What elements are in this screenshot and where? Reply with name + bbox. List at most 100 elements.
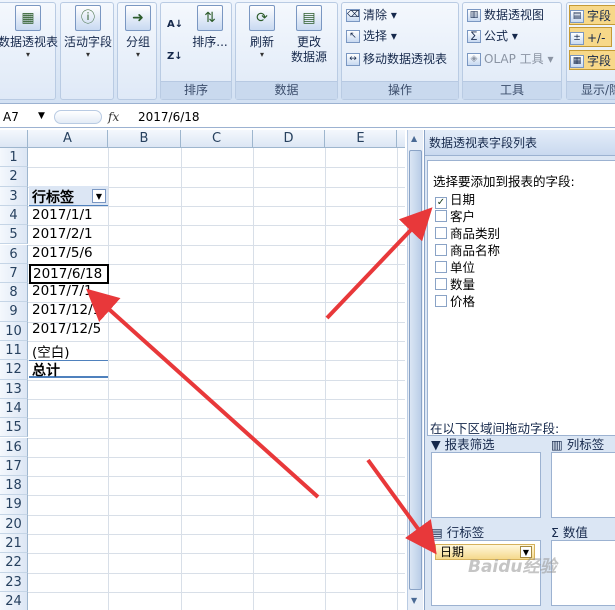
- row-header[interactable]: 5: [0, 225, 28, 245]
- row-header[interactable]: 1: [0, 148, 28, 168]
- pivot-item[interactable]: 2017/12/5: [32, 321, 101, 337]
- field-item-unit[interactable]: 单位: [435, 259, 475, 276]
- scroll-up-icon[interactable]: ▲: [411, 134, 417, 143]
- gridline: [28, 495, 405, 497]
- grand-total-row[interactable]: 总计: [29, 360, 108, 379]
- row-labels-icon: ▤: [431, 525, 443, 540]
- sort-desc-button[interactable]: Z↓: [167, 47, 183, 67]
- group-button[interactable]: ➜ 分组 ▾: [118, 5, 158, 60]
- column-labels-label: ▥ 列标签: [551, 437, 605, 452]
- watermark: Baidu经验: [468, 557, 557, 577]
- change-source-button[interactable]: ▤ 更改 数据源: [284, 5, 334, 65]
- name-box-dropdown-icon[interactable]: ▼: [38, 111, 45, 121]
- column-header[interactable]: E: [325, 130, 397, 148]
- move-pivot-button[interactable]: ↔ 移动数据透视表: [346, 49, 447, 69]
- show-group: ▤字段 ±+/- ▦字段 显示/隐: [566, 2, 615, 100]
- pivot-row-label-header[interactable]: 行标签 ▼: [29, 186, 108, 206]
- formula-button[interactable]: ∑ 公式 ▾: [467, 26, 518, 46]
- olap-tools-button[interactable]: ◈ OLAP 工具 ▾: [467, 49, 554, 69]
- values-zone[interactable]: [551, 540, 615, 606]
- pivot-table-button[interactable]: ▦ 数据透视表 ▾: [0, 5, 59, 60]
- row-header[interactable]: 13: [0, 379, 28, 399]
- row-header[interactable]: 9: [0, 302, 28, 322]
- chevron-down-icon: ▾: [85, 50, 90, 59]
- field-checkbox[interactable]: [435, 278, 447, 290]
- field-list-button[interactable]: ▤ 字段: [569, 5, 615, 25]
- pivot-item[interactable]: 2017/1/1: [32, 207, 93, 223]
- column-header[interactable]: B: [108, 130, 181, 148]
- formula-input[interactable]: 2017/6/18: [138, 108, 200, 126]
- filter-dropdown-icon[interactable]: ▼: [92, 189, 106, 203]
- field-checkbox[interactable]: [435, 227, 447, 239]
- formula-icon: ∑: [467, 30, 481, 43]
- pivot-group: ▦ 数据透视表 ▾: [0, 2, 59, 100]
- gridline: [28, 476, 405, 478]
- row-header[interactable]: 12: [0, 360, 28, 380]
- column-header[interactable]: C: [181, 130, 253, 148]
- sort-asc-button[interactable]: A↓: [167, 15, 183, 35]
- field-item-product-name[interactable]: 商品名称: [435, 242, 500, 259]
- pivot-item[interactable]: 2017/7/1: [32, 283, 93, 299]
- row-header[interactable]: 18: [0, 476, 28, 496]
- row-header[interactable]: 22: [0, 553, 28, 573]
- row-header[interactable]: 6: [0, 244, 28, 264]
- fx-icon[interactable]: fx: [108, 108, 128, 126]
- refresh-button[interactable]: ⟳ 刷新 ▾: [240, 5, 284, 60]
- active-field-icon: ⓘ: [75, 5, 101, 31]
- pivot-item[interactable]: (空白): [32, 341, 70, 361]
- column-header[interactable]: A: [28, 130, 108, 148]
- report-filter-label: ▼ 报表筛选: [431, 437, 495, 452]
- field-header-button[interactable]: ▦ 字段: [569, 50, 615, 70]
- sort-button[interactable]: ⇅ 排序...: [189, 5, 231, 50]
- formula-splitter[interactable]: [54, 110, 102, 124]
- field-item-customer[interactable]: 客户: [435, 208, 475, 225]
- pivot-item[interactable]: 2017/12/1: [32, 302, 101, 318]
- report-filter-zone[interactable]: [431, 452, 541, 518]
- row-header[interactable]: 17: [0, 456, 28, 477]
- selected-cell[interactable]: 2017/6/18: [29, 264, 109, 284]
- select-all-corner[interactable]: [0, 130, 28, 148]
- pivot-chart-button[interactable]: ▥ 数据透视图: [467, 5, 544, 25]
- field-checkbox[interactable]: [435, 261, 447, 273]
- row-header[interactable]: 8: [0, 283, 28, 303]
- row-header[interactable]: 11: [0, 341, 28, 361]
- plus-minus-button[interactable]: ± +/-: [569, 27, 613, 47]
- pivot-item[interactable]: 2017/5/6: [32, 245, 93, 261]
- column-labels-zone[interactable]: [551, 452, 615, 518]
- field-item-date[interactable]: ✓ 日期: [435, 191, 475, 209]
- worksheet-grid[interactable]: A B C D E 1 2 3 4 5 6 7 8 9 10 11 12 13 14 15 16 17 18 19 2…: [0, 130, 405, 610]
- panel-title: 数据透视表字段列表: [425, 130, 615, 156]
- row-header[interactable]: 4: [0, 205, 28, 226]
- row-header[interactable]: 20: [0, 514, 28, 534]
- row-header[interactable]: 2: [0, 167, 28, 187]
- field-item-category[interactable]: 商品类别: [435, 225, 500, 242]
- row-header[interactable]: 15: [0, 418, 28, 438]
- column-header[interactable]: D: [253, 130, 325, 148]
- row-header[interactable]: 23: [0, 572, 28, 592]
- field-item-price[interactable]: 价格: [435, 293, 475, 310]
- group-icon: ➜: [125, 5, 151, 31]
- scroll-down-icon[interactable]: ▼: [411, 596, 417, 605]
- vertical-scrollbar[interactable]: ▲ ▼: [407, 130, 423, 610]
- select-button[interactable]: ↖ 选择 ▾: [346, 26, 397, 46]
- row-header[interactable]: 24: [0, 591, 28, 610]
- clear-button[interactable]: ⌫ 清除 ▾: [346, 5, 397, 25]
- sort-group: A↓ Z↓ ⇅ 排序... 排序: [160, 2, 232, 100]
- row-header[interactable]: 19: [0, 495, 28, 515]
- row-header[interactable]: 14: [0, 398, 28, 419]
- row-header[interactable]: 21: [0, 534, 28, 554]
- scroll-thumb[interactable]: [409, 150, 422, 590]
- pivot-item[interactable]: 2017/2/1: [32, 226, 93, 242]
- data-group: ⟳ 刷新 ▾ ▤ 更改 数据源 数据: [235, 2, 338, 100]
- row-header[interactable]: 10: [0, 321, 28, 341]
- select-icon: ↖: [346, 30, 360, 43]
- active-field-button[interactable]: ⓘ 活动字段 ▾: [61, 5, 115, 60]
- column-header[interactable]: [397, 130, 405, 148]
- field-item-quantity[interactable]: 数量: [435, 276, 475, 293]
- field-checkbox[interactable]: [435, 295, 447, 307]
- row-header[interactable]: 16: [0, 437, 28, 457]
- row-header[interactable]: 7: [0, 263, 28, 284]
- row-header[interactable]: 3: [0, 186, 28, 206]
- field-checkbox[interactable]: [435, 244, 447, 256]
- field-checkbox[interactable]: [435, 210, 447, 222]
